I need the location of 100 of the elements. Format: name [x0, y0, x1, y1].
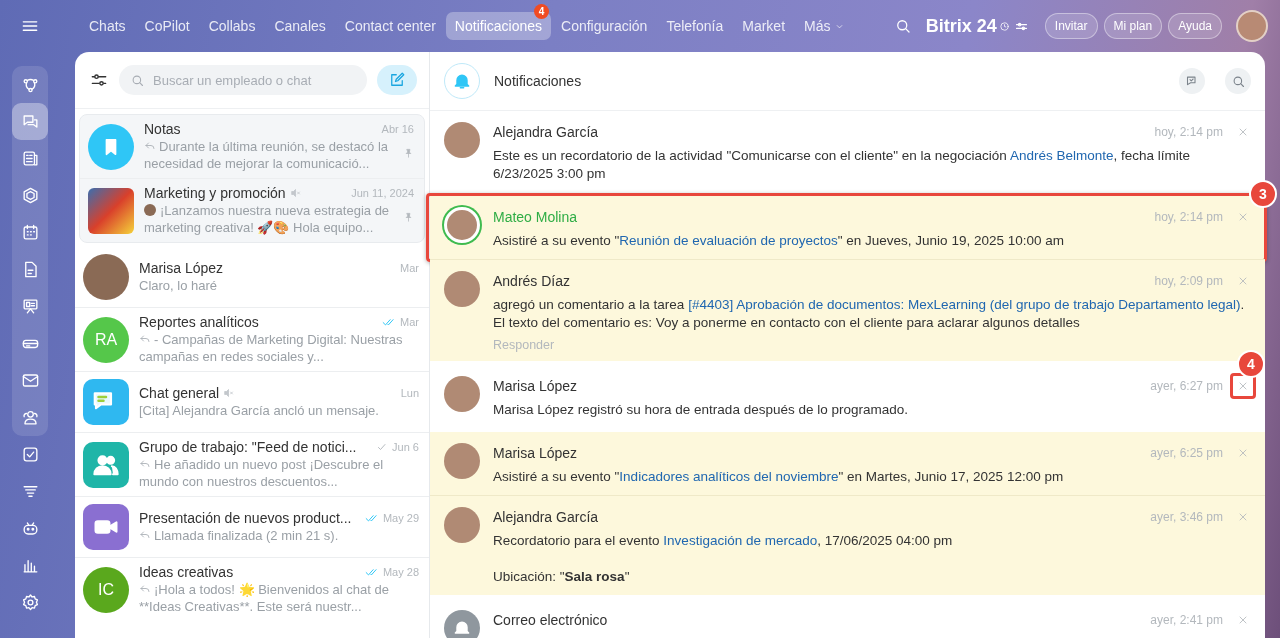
user-avatar[interactable] [1236, 10, 1268, 42]
message-preview: ¡Lanzamos nuestra nueva estrategia de marketing creativa! 🚀🎨 Hola equipo... [144, 202, 391, 236]
close-icon [1237, 275, 1249, 287]
message-preview: He añadido un nuevo post ¡Descubre el mundo con nuestros descuentos... [139, 456, 385, 490]
chat-date: May 29 [382, 512, 419, 524]
notification-time: hoy, 2:09 pm [1154, 274, 1223, 288]
close-icon [1237, 511, 1249, 523]
chat-date: Mar [400, 316, 419, 328]
notification-time: ayer, 3:46 pm [1150, 510, 1223, 524]
link[interactable]: Reunión de evaluación de proyectos [619, 233, 838, 248]
message-preview: ¡Hola a todos! 🌟 Bienvenidos al chat de **Ideas Creativas**. Este será nuestr... [139, 581, 390, 615]
nav-tab[interactable]: Configuración [552, 12, 657, 40]
mail-icon [20, 371, 40, 390]
robot-icon [20, 519, 40, 538]
chat-date: Jun 11, 2024 [351, 187, 414, 199]
nav-tab[interactable]: Telefonía [657, 12, 733, 40]
message-preview: Claro, lo haré [139, 277, 219, 294]
avatar [83, 254, 129, 300]
message-preview: [Cita] Alejandra García ancló un mensaje. [139, 402, 380, 419]
chat-title: Presentación de nuevos product... [139, 510, 352, 526]
chat-item[interactable]: RA Reportes analíticos Mar - Campañas de Marketing Digital: Nuestras campañas en redes sociales y... [75, 307, 429, 371]
notification-time: hoy, 2:14 pm [1154, 125, 1223, 139]
chat-item[interactable]: Notas Abr 16 Durante la última reunión, se destacó la necesidad de mejorar la comunicació... [80, 115, 424, 178]
close-icon [1237, 126, 1249, 138]
sender-name: Andrés Díaz [493, 273, 572, 289]
chat-item[interactable]: Marisa López Mar Claro, lo haré [75, 247, 429, 307]
new-chat-button[interactable] [377, 65, 417, 95]
link[interactable]: Indicadores analíticos del noviembre [619, 469, 839, 484]
presentation-board-icon [20, 297, 40, 316]
chat-item[interactable]: Presentación de nuevos product... May 29 Llamada finalizada (2 min 21 s). [75, 496, 429, 557]
chat-bubbles-icon [20, 112, 40, 131]
close-icon [1237, 380, 1249, 392]
edit-icon [388, 71, 406, 89]
header-button[interactable]: Mi plan [1103, 13, 1163, 39]
chat-date: Lun [400, 387, 419, 399]
notification-time: ayer, 2:41 pm [1150, 613, 1223, 627]
search-icon [130, 73, 145, 88]
calendar-icon [20, 223, 40, 242]
sender-name: Alejandra García [493, 509, 600, 525]
nav-tab[interactable]: Más [795, 12, 855, 40]
header-button[interactable]: Ayuda [1168, 13, 1222, 39]
photo-placeholder [88, 187, 134, 234]
panel-title: Notificaciones [494, 73, 583, 89]
nav-tab[interactable]: Canales [265, 12, 335, 40]
document-list-icon [20, 149, 40, 168]
chat-title: Ideas creativas [139, 564, 234, 580]
chat-title: Reportes analíticos [139, 314, 259, 330]
message-preview: - Campañas de Marketing Digital: Nuestras campañas en redes sociales y... [139, 331, 404, 365]
nav-tab[interactable]: Collabs [199, 12, 265, 40]
hexagon-icon [20, 186, 40, 205]
message-preview: Durante la última reunión, se destacó la necesidad de mejorar la comunicació... [144, 138, 390, 172]
notification-text: Recordatorio para el evento Investigación de mercado, 17/06/2025 04:00 pm [493, 532, 954, 550]
link[interactable]: [#4403] Aprobación de documentos: MexLearning (del grupo de trabajo Departamento legal) [688, 297, 1241, 312]
chat-item[interactable]: Marketing y promoción Jun 11, 2024 ¡Lanzamos nuestra nueva estrategia de marketing creativa! 🚀🎨 Hola equipo... [80, 178, 424, 242]
chat-settings-button[interactable] [1179, 68, 1205, 94]
message-preview: Llamada finalizada (2 min 21 s). [139, 527, 419, 544]
nav-tab[interactable]: Market [733, 12, 795, 40]
notification-text: agregó un comentario a la tarea [#4403] Aprobación de documentos: MexLearning (del grupo de trabajo Departamento legal). El texto del comentario es: Voy a ponerme en contacto con el cliente para aclarar algunos detalles [493, 296, 1246, 332]
header-button[interactable]: Invitar [1044, 13, 1098, 39]
notification-time: hoy, 2:14 pm [1154, 210, 1223, 224]
chat-item[interactable]: Chat general Lun [Cita] Alejandra García ancló un mensaje. [75, 371, 429, 432]
notification-badge: 4 [534, 4, 549, 19]
notification-text: Marisa López registró su hora de entrada después de lo programado. [493, 401, 909, 419]
chat-date: Abr 16 [381, 123, 414, 135]
chat-title: Chat general [139, 385, 220, 401]
notification-text: Asistiré a su evento "Indicadores analíticos del noviembre" en Martes, Junio 17, 2025 12:00 pm [493, 468, 1065, 486]
close-icon [1237, 614, 1249, 626]
chat-date: May 28 [382, 566, 419, 578]
sender-name: Alejandra García [493, 124, 600, 140]
chat-title: Grupo de trabajo: "Feed de notici... [139, 439, 357, 455]
notification-text: Este es un recordatorio de la actividad "Comunicarse con el cliente" en la negociación Andrés Belmonte, fecha límite 6/23/2025 3:00 pm [493, 147, 1191, 183]
chat-title: Marisa López [139, 260, 224, 276]
search-button[interactable] [1225, 68, 1251, 94]
chat-item[interactable]: Grupo de trabajo: "Feed de notici... Jun 6 He añadido un nuevo post ¡Descubre el mundo con nuestros descuentos... [75, 432, 429, 496]
chat-date: Mar [400, 262, 419, 274]
brand-logo: Bitrix 24 [925, 15, 997, 37]
sender-name: Marisa López [493, 445, 579, 461]
notification-time: ayer, 6:25 pm [1150, 446, 1223, 460]
contacts-icon [20, 408, 40, 427]
nav-tab[interactable]: CoPilot [135, 12, 199, 40]
notification-text: Asistiré a su evento "Reunión de evaluación de proyectos" en Jueves, Junio 19, 2025 10:00 am [493, 232, 1065, 250]
chat-title: Marketing y promoción [144, 185, 286, 201]
initials-avatar: RA [83, 316, 129, 363]
nav-tab[interactable]: Chats [80, 12, 135, 40]
notification-time: ayer, 6:27 pm [1150, 379, 1223, 393]
settings-icon [20, 593, 40, 612]
checkbox-icon [20, 445, 40, 464]
notification-text: Ubicación: "Sala rosa" [493, 568, 631, 586]
sender-name: Marisa López [493, 378, 579, 394]
search-field[interactable]: Buscar un empleado o chat [119, 65, 367, 95]
chat-title: Notas [144, 121, 181, 137]
sidebar-item[interactable] [12, 103, 48, 140]
callout-number: 3 [1249, 180, 1277, 208]
chat-date: Jun 6 [392, 441, 419, 453]
clock-icon [998, 20, 1010, 32]
sender-name: Mateo Molina [493, 209, 579, 225]
close-icon [1237, 211, 1249, 223]
nav-tab[interactable]: Contact center [335, 12, 445, 40]
callout-number: 4 [1237, 350, 1265, 378]
chat-item[interactable]: IC Ideas creativas May 28 ¡Hola a todos! 🌟 Bienvenidos al chat de **Ideas Creativas**. Este será nuestr... [75, 557, 429, 621]
